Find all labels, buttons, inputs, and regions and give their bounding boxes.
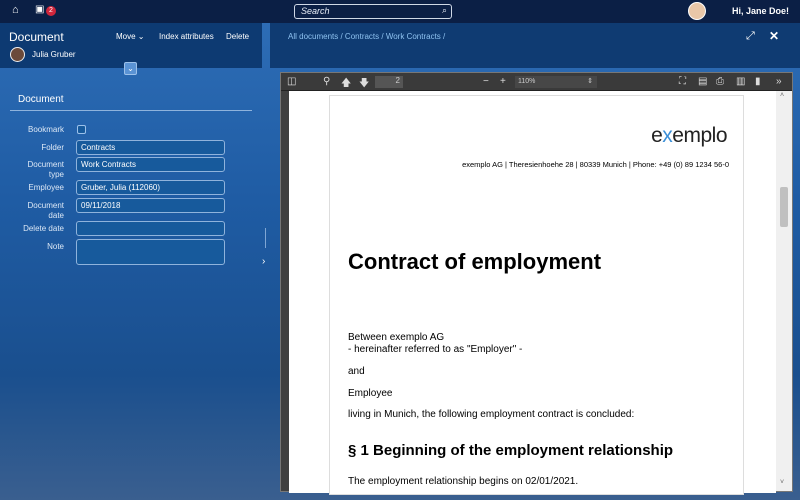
user-greeting[interactable]: Hi, Jane Doe! xyxy=(732,6,789,16)
open-file-icon[interactable]: ▤ xyxy=(698,76,707,87)
page-title: Document xyxy=(9,30,64,44)
employee-label: Employee xyxy=(28,183,64,192)
paragraph: and xyxy=(348,366,365,377)
bookmark-icon[interactable]: ▮ xyxy=(755,76,761,87)
company-address: exemplo AG | Theresienhoehe 28 | 80339 M… xyxy=(462,160,729,169)
fullscreen-icon[interactable]: ⤢ xyxy=(746,30,755,43)
close-icon[interactable]: ✕ xyxy=(769,29,779,43)
section-title: Document xyxy=(18,94,64,105)
paragraph: The employment relationship begins on 02… xyxy=(348,476,579,487)
select-arrows-icon: ⇕ xyxy=(587,78,593,85)
top-bar: ⌂ ▣ 2 Search ⌕ Hi, Jane Doe! xyxy=(0,0,800,23)
zoom-select[interactable]: 110% ⇕ xyxy=(515,76,597,88)
divider xyxy=(10,110,252,111)
scrollbar[interactable]: ˄ ˅ xyxy=(776,91,792,491)
bookmark-label: Bookmark xyxy=(27,125,64,134)
search-input[interactable]: Search ⌕ xyxy=(294,4,452,19)
delete-date-label: Delete date xyxy=(23,224,64,233)
tools-icon[interactable]: » xyxy=(776,76,782,87)
document-date-field[interactable]: 09/11/2018 xyxy=(76,198,225,213)
breadcrumb-work-contracts[interactable]: Work Contracts xyxy=(386,32,441,41)
home-icon[interactable]: ⌂ xyxy=(12,4,19,16)
scroll-down-icon[interactable]: ˅ xyxy=(780,479,784,486)
pdf-toolbar: ◫ ⚲ 🡅 🡇 2 − + 110% ⇕ ⛶ ▤ ⎙ ▥ ▮ » xyxy=(281,73,792,91)
presentation-mode-icon[interactable]: ⛶ xyxy=(679,76,686,87)
delete-date-field[interactable] xyxy=(76,221,225,236)
sidebar-toggle-icon[interactable]: ◫ xyxy=(287,76,296,87)
note-label: Note xyxy=(47,242,64,251)
splitter[interactable] xyxy=(265,228,266,248)
find-icon[interactable]: ⚲ xyxy=(323,76,330,87)
breadcrumb-contracts[interactable]: Contracts xyxy=(345,32,379,41)
chevron-down-icon: ⌄ xyxy=(137,32,145,41)
paragraph: - hereinafter referred to as "Employer" … xyxy=(348,344,523,355)
folder-label: Folder xyxy=(41,143,64,152)
pdf-viewer: ◫ ⚲ 🡅 🡇 2 − + 110% ⇕ ⛶ ▤ ⎙ ▥ ▮ » exemplo … xyxy=(280,72,793,495)
print-icon[interactable]: ⎙ xyxy=(716,76,724,87)
download-icon[interactable]: ▥ xyxy=(736,76,745,87)
calendar-icon[interactable]: ▣ xyxy=(35,4,44,15)
pdf-page: exemplo exemplo AG | Theresienhoehe 28 |… xyxy=(329,95,744,495)
zoom-value: 110% xyxy=(518,78,536,85)
expand-header-button[interactable]: ⌄ xyxy=(124,62,137,75)
breadcrumb: All documents / Contracts / Work Contrac… xyxy=(288,32,446,41)
user-avatar[interactable] xyxy=(688,2,706,20)
document-heading: Contract of employment xyxy=(348,249,602,274)
section-heading: § 1 Beginning of the employment relation… xyxy=(348,442,674,459)
zoom-out-icon[interactable]: − xyxy=(483,76,489,87)
logo-text: exemplo xyxy=(651,124,727,147)
employee-field[interactable]: Gruber, Julia (112060) xyxy=(76,180,225,195)
move-button[interactable]: Move ⌄ xyxy=(116,32,145,41)
paragraph: living in Munich, the following employme… xyxy=(348,409,635,420)
scrollbar-thumb[interactable] xyxy=(780,187,788,227)
search-icon[interactable]: ⌕ xyxy=(442,5,447,16)
avatar xyxy=(10,47,25,62)
breadcrumb-all-documents[interactable]: All documents xyxy=(288,32,338,41)
index-attributes-button[interactable]: Index attributes xyxy=(159,32,214,41)
document-type-field[interactable]: Work Contracts xyxy=(76,157,225,172)
folder-field[interactable]: Contracts xyxy=(76,140,225,155)
document-type-label: Document type xyxy=(27,160,64,179)
breadcrumb-header: All documents / Contracts / Work Contrac… xyxy=(270,23,800,68)
chevron-right-icon[interactable]: › xyxy=(262,256,265,267)
paragraph: Employee xyxy=(348,388,393,399)
page-number-input[interactable]: 2 xyxy=(375,76,403,88)
move-label: Move xyxy=(116,32,136,41)
search-placeholder: Search xyxy=(301,6,330,16)
paragraph: Between exemplo AG xyxy=(348,332,445,343)
note-field[interactable] xyxy=(76,239,225,265)
company-logo: exemplo xyxy=(651,124,727,148)
scroll-up-icon[interactable]: ˄ xyxy=(780,92,784,99)
zoom-in-icon[interactable]: + xyxy=(500,76,506,87)
delete-button[interactable]: Delete xyxy=(226,32,249,41)
owner-name: Julia Gruber xyxy=(32,50,76,59)
bookmark-checkbox[interactable] xyxy=(77,125,86,134)
document-date-label: Document date xyxy=(27,201,64,220)
notification-badge: 2 xyxy=(46,6,56,16)
